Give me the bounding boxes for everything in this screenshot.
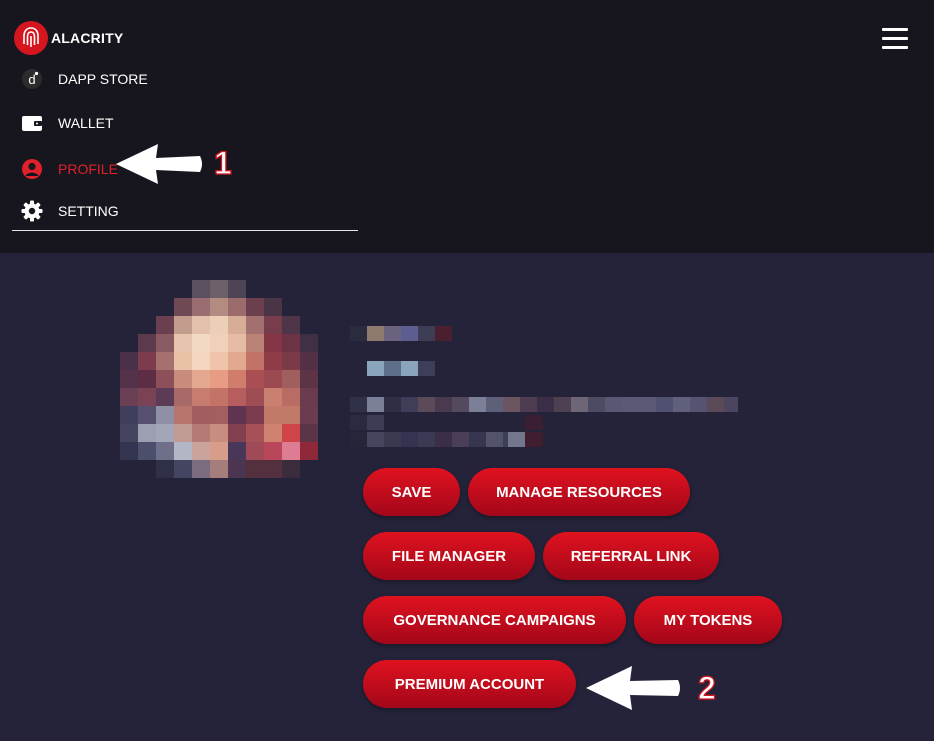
menu-label-setting: SETTING <box>58 203 119 219</box>
annotation-number-2: 2 <box>697 669 716 706</box>
top-navigation: ALACRITY d DAPP STORE WALLET PROFILE SET… <box>0 0 934 253</box>
brand[interactable]: ALACRITY <box>14 21 123 55</box>
menu-item-profile[interactable]: PROFILE <box>20 155 118 183</box>
my-tokens-button[interactable]: MY TOKENS <box>634 596 782 644</box>
hamburger-menu-icon[interactable] <box>882 28 908 50</box>
annotation-arrow-1 <box>116 144 202 184</box>
gear-icon <box>20 199 44 223</box>
file-manager-button[interactable]: FILE MANAGER <box>363 532 535 580</box>
menu-item-dapp-store[interactable]: d DAPP STORE <box>20 65 148 93</box>
manage-resources-button[interactable]: MANAGE RESOURCES <box>468 468 690 516</box>
annotation-number-1: 1 <box>213 144 232 181</box>
menu-item-setting[interactable]: SETTING <box>20 197 119 225</box>
premium-account-button[interactable]: PREMIUM ACCOUNT <box>363 660 576 708</box>
menu-label-wallet: WALLET <box>58 115 114 131</box>
menu-item-wallet[interactable]: WALLET <box>20 109 114 137</box>
brand-name: ALACRITY <box>51 30 124 46</box>
referral-link-button[interactable]: REFERRAL LINK <box>543 532 719 580</box>
menu-label-dapp-store: DAPP STORE <box>58 71 148 87</box>
user-icon <box>20 157 44 181</box>
governance-campaigns-button[interactable]: GOVERNANCE CAMPAIGNS <box>363 596 626 644</box>
menu-label-profile: PROFILE <box>58 161 118 177</box>
svg-text:d: d <box>28 72 35 87</box>
profile-avatar <box>120 280 318 488</box>
dapp-store-icon: d <box>20 67 44 91</box>
annotation-arrow-2 <box>586 666 680 710</box>
save-button[interactable]: SAVE <box>363 468 460 516</box>
fingerprint-logo-icon <box>14 21 48 55</box>
wallet-icon <box>20 111 44 135</box>
menu-divider <box>12 230 358 231</box>
